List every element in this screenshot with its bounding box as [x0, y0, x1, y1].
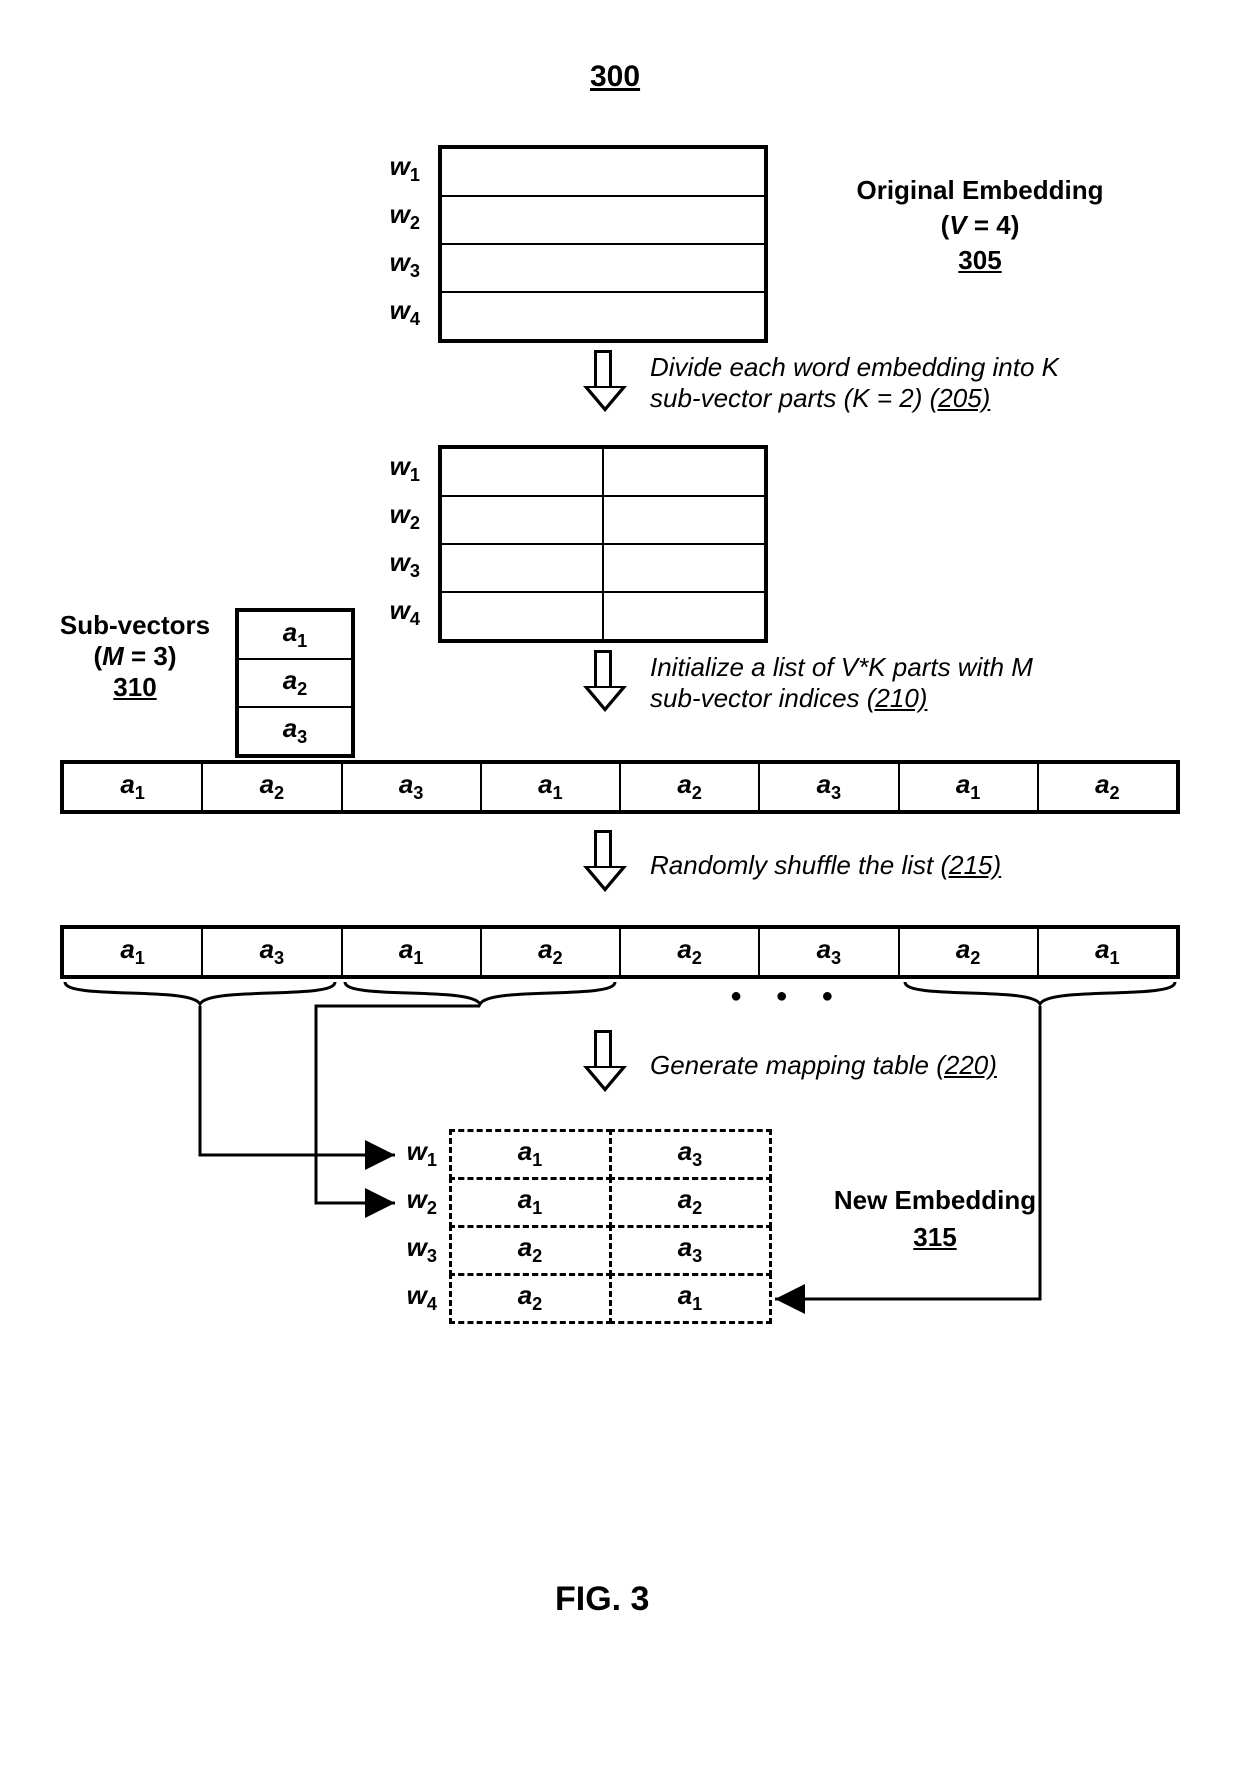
divided-row-labels: w1 w2 w3 w4	[378, 445, 428, 637]
brace-icon	[900, 982, 1180, 1022]
step2-text: Initialize a list of V*K parts with M su…	[650, 652, 1170, 714]
divided-embedding-table	[438, 445, 768, 643]
brace-icon	[340, 982, 620, 1022]
new-embedding-table: a1 a3 a1 a2 a2 a3 a2 a1	[450, 1130, 770, 1322]
step3-text: Randomly shuffle the list (215)	[650, 850, 1170, 881]
orig-title-1: Original Embedding	[820, 175, 1140, 206]
new-embedding-label: New Embedding 315	[810, 1185, 1060, 1253]
original-embedding-label: Original Embedding (V = 4) 305	[820, 175, 1140, 276]
original-embedding-table	[438, 145, 768, 343]
step4-text: Generate mapping table (220)	[650, 1050, 1170, 1081]
arrow-down-icon	[583, 650, 623, 712]
list-shuffled: a1 a3 a1 a2 a2 a3 a2 a1	[60, 925, 1180, 979]
step1-text: Divide each word embedding into K sub-ve…	[650, 352, 1170, 414]
arrow-down-icon	[583, 350, 623, 412]
list-initial: a1 a2 a3 a1 a2 a3 a1 a2	[60, 760, 1180, 814]
figure-ref: 300	[590, 60, 640, 94]
subvectors-label: Sub-vectors (M = 3) 310	[40, 610, 230, 703]
orig-row-labels: w1 w2 w3 w4	[378, 145, 428, 337]
orig-ref: 305	[820, 245, 1140, 276]
arrow-down-icon	[583, 1030, 623, 1092]
ellipsis-icon: ● ● ●	[730, 985, 847, 1008]
brace-icon	[60, 982, 340, 1022]
arrow-down-icon	[583, 830, 623, 892]
subvectors-table: a1 a2 a3	[235, 608, 355, 758]
figure-caption: FIG. 3	[555, 1580, 649, 1619]
new-embedding-row-labels: w1 w2 w3 w4	[395, 1130, 445, 1322]
